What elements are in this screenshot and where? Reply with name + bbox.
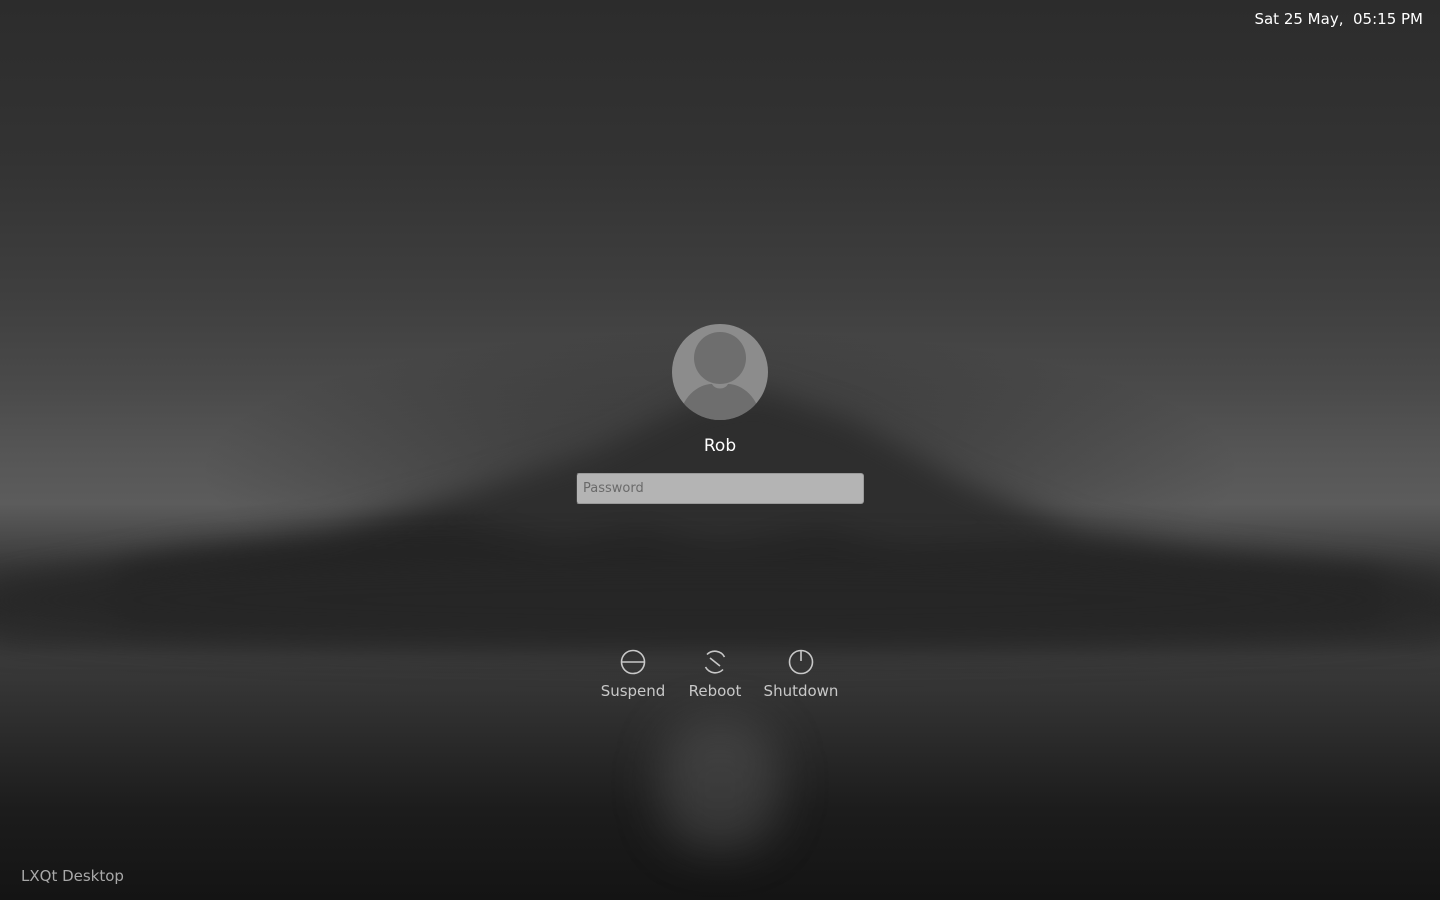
reboot-icon (704, 650, 726, 674)
login-panel: Rob (576, 324, 864, 504)
username[interactable]: Rob (576, 436, 864, 458)
clock-time: 05:15 PM (1353, 10, 1423, 28)
clock: Sat 25 May, 05:15 PM (1254, 10, 1423, 28)
reboot-label: Reboot (688, 682, 742, 700)
background-shore (0, 555, 1440, 645)
power-icon (788, 649, 814, 675)
power-actions: Suspend Reboot Shutdown (590, 648, 850, 708)
clock-date: Sat 25 May, (1254, 10, 1344, 28)
shutdown-button[interactable]: Shutdown (762, 648, 840, 700)
session-selector[interactable]: LXQt Desktop (21, 867, 124, 885)
reboot-button[interactable]: Reboot (686, 648, 744, 700)
avatar-silhouette (680, 332, 760, 420)
suspend-icon (620, 649, 646, 675)
user-avatar-icon (672, 324, 768, 420)
shutdown-label: Shutdown (763, 682, 839, 700)
password-input[interactable] (576, 473, 864, 504)
login-screen: Sat 25 May, 05:15 PM Rob Suspend Reboot … (0, 0, 1440, 900)
background-reflection (660, 720, 780, 850)
suspend-label: Suspend (600, 682, 666, 700)
suspend-button[interactable]: Suspend (600, 648, 666, 700)
